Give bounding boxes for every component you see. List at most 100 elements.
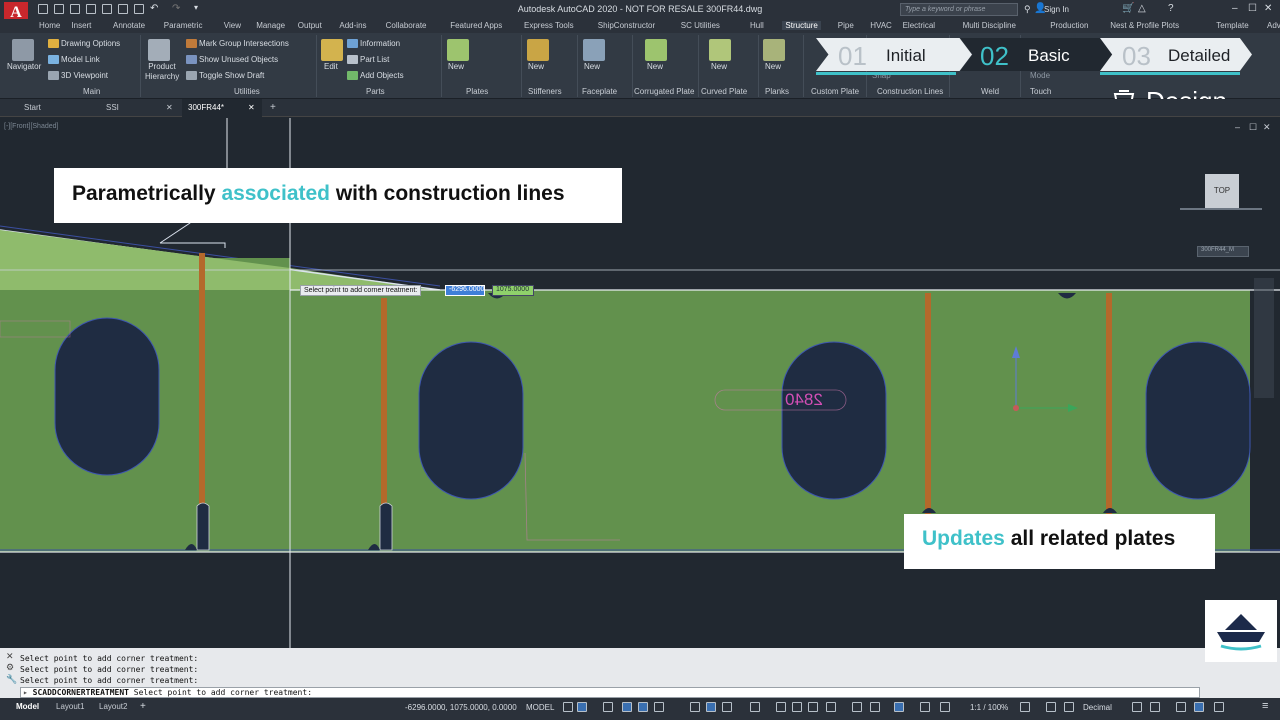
tab-featured-apps[interactable]: Featured Apps	[450, 21, 502, 30]
wrench-icon[interactable]: 🔧	[6, 674, 17, 685]
3d-viewpoint-button[interactable]: 3D Viewpoint	[61, 71, 108, 80]
tab-multi-discipline[interactable]: Multi Discipline	[963, 21, 1016, 30]
new-corrugated-button[interactable]: New	[647, 62, 663, 71]
navigation-bar[interactable]	[1254, 278, 1274, 398]
tab-shipconstructor[interactable]: ShipConstructor	[598, 21, 655, 30]
new-plank-icon[interactable]	[763, 39, 785, 61]
close-tab-icon[interactable]: ✕	[248, 103, 255, 112]
tab-hvac[interactable]: HVAC	[870, 21, 892, 30]
tab-annotate[interactable]: Annotate	[113, 21, 145, 30]
edit-icon[interactable]	[321, 39, 343, 61]
file-tab-start[interactable]: Start	[18, 99, 88, 117]
tab-view[interactable]: View	[224, 21, 241, 30]
cart-icon[interactable]: 🛒	[1122, 3, 1134, 14]
drawing-options-button[interactable]: Drawing Options	[61, 39, 120, 48]
tab-structure[interactable]: Structure	[782, 21, 821, 30]
isodraft-icon[interactable]	[690, 702, 700, 712]
model-link-button[interactable]: Model Link	[61, 55, 100, 64]
grid-icon[interactable]	[563, 702, 573, 712]
file-tab-300fr44[interactable]: 300FR44* ✕	[182, 99, 262, 117]
model-link-icon[interactable]	[48, 55, 59, 64]
quick-properties-icon[interactable]	[1132, 702, 1142, 712]
tab-sc-utilities[interactable]: SC Utilities	[681, 21, 720, 30]
tab-add-ins[interactable]: Add-ins	[339, 21, 366, 30]
information-button[interactable]: Information	[360, 39, 400, 48]
coordinate-readout[interactable]: -6296.0000, 1075.0000, 0.0000	[405, 703, 517, 712]
new-curved-plate-button[interactable]: New	[711, 62, 727, 71]
transparency-icon[interactable]	[776, 702, 786, 712]
tab-electrical[interactable]: Electrical	[903, 21, 935, 30]
auto-scale-icon[interactable]	[920, 702, 930, 712]
tab-nest-profile-plots[interactable]: Nest & Profile Plots	[1110, 21, 1179, 30]
drawing-options-icon[interactable]	[48, 39, 59, 48]
units-readout[interactable]: Decimal	[1083, 703, 1112, 712]
file-tab-ssi[interactable]: SSI ✕	[100, 99, 180, 117]
information-icon[interactable]	[347, 39, 358, 48]
autodesk-a360-icon[interactable]: △	[1138, 3, 1146, 14]
coord-y-input[interactable]: 1075.0000	[492, 285, 534, 296]
tab-output[interactable]: Output	[298, 21, 322, 30]
dynamic-input-icon[interactable]	[622, 702, 632, 712]
tab-advantage-pack[interactable]: Advantage Pack	[1267, 21, 1280, 30]
infer-constraints-icon[interactable]	[603, 702, 613, 712]
viewcube-compass[interactable]	[1180, 208, 1262, 210]
ortho-icon[interactable]	[638, 702, 648, 712]
model-space-toggle[interactable]: MODEL	[526, 703, 554, 712]
coord-x-input[interactable]: -6296.0000	[445, 285, 485, 296]
tab-model[interactable]: Model	[10, 700, 45, 713]
binoculars-icon[interactable]: ⚲	[1024, 4, 1031, 15]
viewpoint-icon[interactable]	[48, 71, 59, 80]
viewport-restore-icon[interactable]: ☐	[1249, 122, 1257, 133]
navigator-icon[interactable]	[12, 39, 34, 61]
tab-layout1[interactable]: Layout1	[50, 700, 90, 713]
viewport-minimize-icon[interactable]: –	[1235, 122, 1240, 132]
object-snap-icon[interactable]	[722, 702, 732, 712]
tab-collaborate[interactable]: Collaborate	[386, 21, 427, 30]
dynamic-ucs-icon[interactable]	[826, 702, 836, 712]
command-input[interactable]: ▸ SCADDCORNERTREATMENT Select point to a…	[20, 687, 1200, 698]
tab-express-tools[interactable]: Express Tools	[524, 21, 574, 30]
close-command-icon[interactable]: ✕	[6, 651, 14, 662]
workspace-icon[interactable]	[1020, 702, 1030, 712]
tab-layout2[interactable]: Layout2	[93, 700, 133, 713]
new-faceplate-button[interactable]: New	[584, 62, 600, 71]
scale-readout[interactable]: 1:1 / 100%	[970, 703, 1008, 712]
tab-manage[interactable]: Manage	[256, 21, 285, 30]
customize-icon[interactable]: ⚙	[6, 662, 14, 673]
tab-hull[interactable]: Hull	[750, 21, 764, 30]
sign-in-link[interactable]: Sign In	[1044, 5, 1069, 14]
new-corrugated-icon[interactable]	[645, 39, 667, 61]
tab-pipe[interactable]: Pipe	[838, 21, 854, 30]
tab-home[interactable]: Home	[39, 21, 60, 30]
isolate-objects-icon[interactable]	[1176, 702, 1186, 712]
snap-icon[interactable]	[577, 702, 587, 712]
navigator-button[interactable]: Navigator	[7, 62, 41, 71]
new-curved-plate-icon[interactable]	[709, 39, 731, 61]
lineweight-icon[interactable]	[750, 702, 760, 712]
tab-parametric[interactable]: Parametric	[164, 21, 203, 30]
add-objects-button[interactable]: Add Objects	[360, 71, 404, 80]
new-plank-button[interactable]: New	[765, 62, 781, 71]
tab-template[interactable]: Template	[1216, 21, 1248, 30]
new-stiffener-icon[interactable]	[527, 39, 549, 61]
clean-screen-icon[interactable]	[1214, 702, 1224, 712]
maximize-icon[interactable]: ☐	[1248, 3, 1257, 14]
new-plate-icon[interactable]	[447, 39, 469, 61]
ucs-menu[interactable]: 300FR44_M	[1197, 246, 1249, 257]
selection-cycling-icon[interactable]	[792, 702, 802, 712]
object-snap-tracking-icon[interactable]	[706, 702, 716, 712]
graphics-performance-icon[interactable]	[1194, 702, 1204, 712]
tab-insert[interactable]: Insert	[71, 21, 91, 30]
viewport-close-icon[interactable]: ✕	[1263, 122, 1271, 133]
3d-osnap-icon[interactable]	[808, 702, 818, 712]
close-icon[interactable]: ✕	[1264, 3, 1272, 14]
edit-button[interactable]: Edit	[324, 62, 338, 71]
gizmo-icon[interactable]	[870, 702, 880, 712]
tab-production[interactable]: Production	[1050, 21, 1088, 30]
annotation-monitor-icon[interactable]	[1046, 702, 1056, 712]
add-objects-icon[interactable]	[347, 71, 358, 80]
viewcube[interactable]: TOP	[1205, 174, 1239, 208]
new-tab-icon[interactable]: +	[270, 102, 276, 113]
mark-group-icon[interactable]	[186, 39, 197, 48]
close-tab-icon[interactable]: ✕	[166, 103, 173, 112]
